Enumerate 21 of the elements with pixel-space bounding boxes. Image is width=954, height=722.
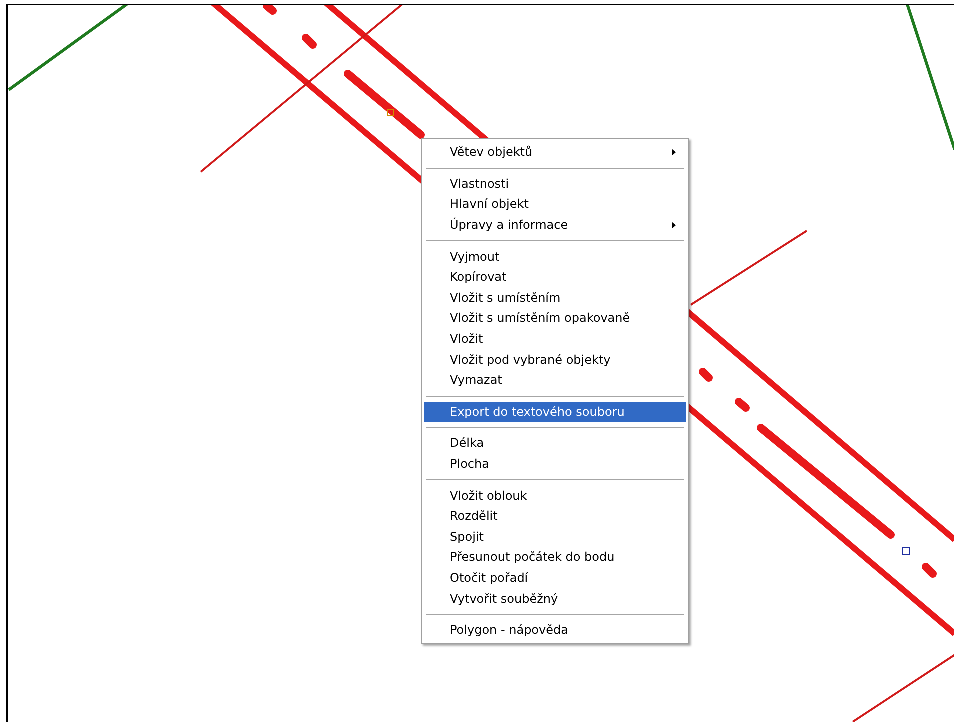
menu-item[interactable]: Polygon - nápověda [424, 620, 686, 640]
menu-item[interactable]: Vymazat [424, 370, 686, 391]
menu-item[interactable]: Spojit [424, 526, 686, 548]
menu-item[interactable]: Rozdělit [424, 506, 686, 526]
menu-item[interactable]: Export do textového souboru [424, 402, 686, 422]
menu-item[interactable]: Vložit s umístěním [424, 288, 686, 308]
menu-item[interactable]: Vyjmout [424, 246, 686, 267]
menu-item[interactable]: Otočit pořadí [424, 568, 686, 588]
menu-item[interactable]: Úpravy a informace [424, 214, 686, 236]
menu-item[interactable]: Hlavní objekt [424, 194, 686, 215]
menu-item[interactable]: Větev objektů [424, 142, 686, 163]
menu-item[interactable]: Vložit pod vybrané objekty [424, 349, 686, 370]
menu-item[interactable]: Vložit oblouk [424, 485, 686, 506]
menu-item[interactable]: Vlastnosti [424, 174, 686, 194]
menu-item[interactable]: Plocha [424, 454, 686, 474]
menu-item[interactable]: Vložit s umístěním opakovaně [424, 308, 686, 329]
menu-item[interactable]: Délka [424, 433, 686, 454]
menu-item[interactable]: Vložit [424, 328, 686, 350]
menu-item[interactable]: Přesunout počátek do bodu [424, 547, 686, 568]
menu-item[interactable]: Vytvořit souběžný [424, 588, 686, 609]
menu-item[interactable]: Kopírovat [424, 266, 686, 288]
